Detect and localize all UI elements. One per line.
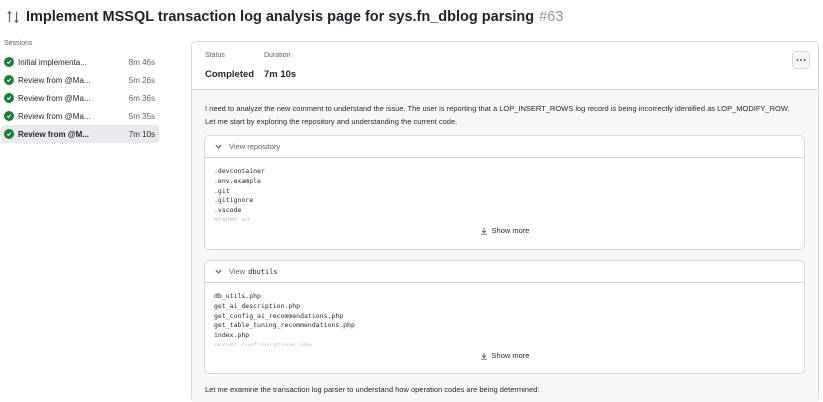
file-entry: .devcontainer [214, 167, 265, 175]
tool-call-path: dbutils [248, 267, 278, 276]
pr-number[interactable]: #63 [539, 9, 563, 25]
file-entry: db_utils.php [214, 292, 261, 300]
session-item[interactable]: Review from @Ma... 6m 36s [1, 89, 159, 107]
chevron-down-icon [214, 142, 223, 151]
session-label: Initial implementa... [18, 57, 87, 67]
success-check-icon [4, 75, 14, 85]
file-list: db_utils.php get_ai_description.php get_… [214, 292, 795, 346]
log-message: I need to analyze the new comment to und… [205, 104, 790, 126]
status-bar: Status Completed Duration 7m 10s [192, 42, 818, 90]
status-value: Completed [205, 69, 255, 80]
session-item[interactable]: Review from @Ma... 5m 35s [1, 107, 159, 125]
show-more-button[interactable]: Show more [214, 348, 795, 364]
file-entry: .git [214, 186, 230, 195]
duration-value: 7m 10s [264, 69, 297, 80]
tool-call-title: View repository [229, 142, 281, 151]
session-duration: 8m 46s [128, 57, 155, 67]
duration-stat: Duration 7m 10s [264, 52, 296, 80]
session-duration: 7m 10s [128, 129, 155, 139]
file-entry: get_table_tuning_recommendations.php [214, 321, 355, 330]
tool-call-output: db_utils.php get_ai_description.php get_… [205, 283, 804, 364]
file-entry-faded: README.md [214, 215, 250, 221]
session-duration: 6m 36s [128, 93, 155, 103]
success-check-icon [4, 57, 14, 67]
tool-call-output: .devcontainer .env.example .git .gitigno… [205, 158, 804, 239]
session-item[interactable]: Initial implementa... 8m 46s [1, 53, 159, 71]
file-entry: .gitignore [214, 196, 254, 205]
file-entry: .env.example [214, 176, 261, 185]
success-check-icon [4, 129, 14, 139]
session-list: Initial implementa... 8m 46s Review from… [1, 53, 159, 143]
file-entry: get_config_ai_recommendations.php [214, 311, 344, 320]
sessions-sidebar: Sessions Initial implementa... 8m 46s Re… [0, 34, 170, 402]
status-label: Status [205, 52, 225, 59]
tool-call-toggle[interactable]: View repository [205, 136, 804, 158]
log-message: Let me examine the transaction log parse… [205, 385, 540, 394]
session-duration: 5m 26s [128, 75, 155, 85]
kebab-horizontal-icon [796, 58, 806, 62]
success-check-icon [4, 93, 14, 103]
tool-call-toggle[interactable]: View dbutils [205, 261, 804, 283]
session-label: Review from @Ma... [18, 75, 91, 85]
more-options-button[interactable] [792, 51, 810, 69]
show-more-label: Show more [491, 226, 530, 236]
session-duration: 5m 35s [128, 111, 155, 121]
file-entry-faded: server_configurations.php [214, 340, 312, 346]
show-more-label: Show more [491, 351, 530, 361]
tool-call-title: View [229, 267, 246, 276]
file-list: .devcontainer .env.example .git .gitigno… [214, 167, 795, 221]
status-stat: Status Completed [205, 52, 254, 80]
session-log: I need to analyze the new comment to und… [192, 90, 818, 402]
tool-call-card: View dbutils db_utils.php get_ai_descrip… [204, 260, 805, 374]
session-detail-panel: Status Completed Duration 7m 10s I need … [191, 41, 819, 402]
page-title: Implement MSSQL transaction log analysis… [26, 9, 535, 25]
file-entry: .vscode [214, 206, 242, 215]
session-label: Review from @M... [18, 129, 89, 139]
chevron-down-icon [214, 267, 223, 276]
pull-request-icon [6, 10, 20, 24]
file-entry: get_ai_description.php [214, 301, 301, 310]
unfold-icon [480, 227, 488, 235]
tool-call-card: View repository .devcontainer .env.examp… [204, 135, 805, 250]
show-more-button[interactable]: Show more [214, 223, 795, 239]
session-label: Review from @Ma... [18, 93, 91, 103]
session-item-active[interactable]: Review from @M... 7m 10s [1, 125, 159, 143]
session-label: Review from @Ma... [18, 111, 91, 121]
success-check-icon [4, 111, 14, 121]
unfold-icon [480, 352, 488, 360]
file-entry: index.php [214, 331, 250, 340]
page-header: Implement MSSQL transaction log analysis… [0, 0, 823, 34]
sessions-heading: Sessions [4, 40, 33, 47]
session-item[interactable]: Review from @Ma... 5m 26s [1, 71, 159, 89]
duration-label: Duration [264, 52, 291, 59]
